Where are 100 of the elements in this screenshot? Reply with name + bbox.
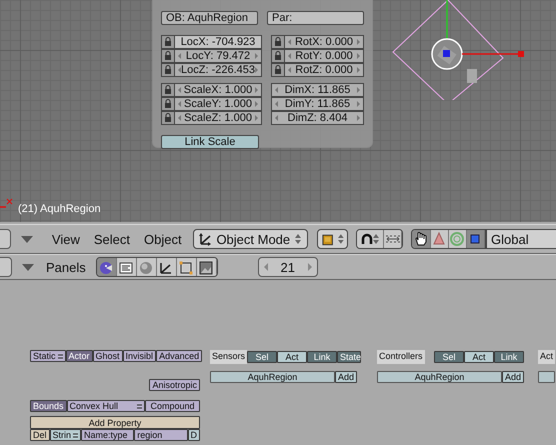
left-arrow-icon[interactable] [264,263,268,271]
object-name-field[interactable]: OB: AquhRegion [161,11,258,25]
filter-toggle[interactable]: Link [494,351,524,363]
menu-item[interactable]: View [44,229,87,249]
number-field[interactable]: ScaleY: 1.000 [175,97,262,111]
menu-item[interactable]: Select [86,229,137,249]
physics-toggle[interactable]: Advanced [156,350,202,362]
lock-button[interactable] [161,83,175,97]
collapse-triangle-icon[interactable] [20,236,33,242]
snap-toggle-group[interactable] [356,229,404,249]
lock-button[interactable] [271,49,285,63]
panel-context-button[interactable] [156,258,177,276]
window-type-menu[interactable] [0,229,11,249]
lock-button[interactable] [161,49,175,63]
window-type-menu[interactable] [0,257,12,277]
right-arrow-icon[interactable] [356,101,360,107]
left-arrow-icon[interactable] [288,53,291,59]
left-arrow-icon[interactable] [178,87,181,93]
mode-dropdown[interactable]: Object Mode [192,229,308,249]
link-scale-button[interactable]: Link Scale [161,135,259,149]
lock-button[interactable] [161,35,175,49]
number-field[interactable]: RotZ: 0.000 [285,63,364,77]
add-property-button[interactable]: Add Property [30,416,200,429]
lock-button[interactable] [271,35,285,49]
right-arrow-icon[interactable] [254,53,258,59]
number-field[interactable]: DimX: 11.865 [271,83,364,97]
panel-context-button[interactable] [116,258,137,276]
right-arrow-icon[interactable] [357,39,360,45]
number-field[interactable]: LocY: 79.472 [175,49,262,63]
filter-toggle[interactable]: Sel [434,351,464,363]
left-arrow-icon[interactable] [178,53,181,59]
physics-toggle[interactable]: Ghost [92,350,123,362]
anisotropic-button[interactable]: Anisotropic [149,379,200,391]
lock-button[interactable] [161,111,175,125]
menu-item[interactable]: Object [136,229,189,249]
right-arrow-icon[interactable] [308,263,312,271]
right-arrow-icon[interactable] [356,67,360,73]
dropdown-icon[interactable] [71,432,78,438]
dropdown-icon[interactable] [135,404,142,408]
left-arrow-icon[interactable] [275,87,278,93]
lock-button[interactable] [161,63,175,77]
physics-toggle[interactable]: Actor [66,350,93,362]
delete-property-button[interactable]: Del [30,429,50,441]
right-arrow-icon[interactable] [356,115,360,121]
filter-toggle[interactable]: State [337,351,362,363]
collapse-triangle-icon[interactable] [22,264,34,270]
panel-context-button[interactable] [96,258,117,276]
bounds-toggle[interactable]: Bounds [30,400,67,412]
filter-toggle[interactable]: Act [277,351,308,363]
frame-field[interactable]: 21 [258,257,318,277]
left-arrow-icon[interactable] [275,101,278,107]
left-arrow-icon[interactable] [178,101,181,107]
object-type-dropdown[interactable] [317,229,348,249]
right-arrow-icon[interactable] [357,53,360,59]
compound-button[interactable]: Compound [145,400,200,412]
right-arrow-icon[interactable] [356,87,360,93]
left-arrow-icon[interactable] [288,39,291,45]
right-arrow-icon[interactable] [255,67,258,73]
number-field[interactable]: RotX: 0.000 [285,35,364,49]
object-name-field[interactable]: AquhRegion [377,371,502,383]
dropdown-icon[interactable] [56,354,63,358]
filter-toggle[interactable]: Link [307,351,338,363]
left-arrow-icon[interactable] [178,115,181,121]
property-type-dropdown[interactable]: Strin [50,429,82,441]
object-name-field[interactable]: AquhRegion [210,371,335,383]
orientation-dropdown[interactable]: Global [486,229,556,249]
left-arrow-icon[interactable] [275,115,278,121]
number-field[interactable]: DimZ: 8.404 [271,111,364,125]
object-name-field[interactable] [538,371,556,383]
number-field[interactable]: LocZ: -226.453 [175,63,262,77]
debug-toggle[interactable]: D [188,429,200,441]
panel-context-button-group[interactable] [96,257,218,277]
number-field[interactable]: DimY: 11.865 [271,97,364,111]
filter-toggle[interactable]: Sel [247,351,278,363]
number-field[interactable]: RotY: 0.000 [285,49,364,63]
bounds-type-dropdown[interactable]: Convex Hull [66,400,145,412]
lock-button[interactable] [161,97,175,111]
magnet-button[interactable] [357,230,384,248]
add-button[interactable]: Add [334,371,357,383]
physics-toggle[interactable]: Invisibl [122,350,156,362]
manipulator-button[interactable] [412,230,431,248]
lock-button[interactable] [271,63,285,77]
align-button[interactable] [384,230,402,248]
number-field[interactable]: ScaleX: 1.000 [175,83,262,97]
physics-type-dropdown[interactable]: Static [30,350,66,362]
panel-context-button[interactable] [196,258,217,276]
property-value-field[interactable]: region [134,429,188,441]
right-arrow-icon[interactable] [254,101,258,107]
add-button[interactable]: Add [502,371,524,383]
panel-context-button[interactable] [176,258,197,276]
parent-field[interactable]: Par: [267,11,364,25]
right-arrow-icon[interactable] [255,115,258,121]
number-field[interactable]: LocX: -704.923 [175,35,262,49]
right-arrow-icon[interactable] [255,87,258,93]
manipulator-button-group[interactable] [411,229,486,249]
property-name-field[interactable]: Name:type [81,429,134,441]
filter-toggle[interactable]: Act [464,351,494,363]
left-arrow-icon[interactable] [178,67,181,73]
number-field[interactable]: ScaleZ: 1.000 [175,111,262,125]
left-arrow-icon[interactable] [288,67,291,73]
